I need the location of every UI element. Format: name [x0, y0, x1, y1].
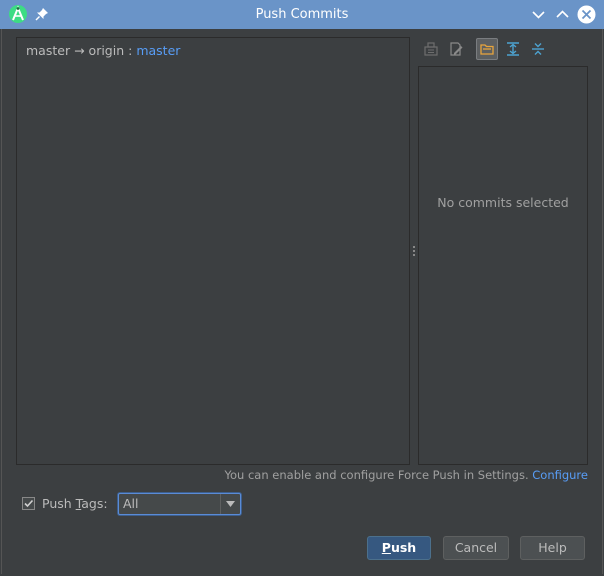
edit-source-icon [450, 42, 463, 56]
force-push-text: You can enable and configure Force Push … [224, 468, 529, 482]
push-button[interactable]: Push [367, 536, 431, 560]
push-tags-selected: All [123, 496, 139, 511]
close-icon[interactable] [577, 5, 596, 24]
checkmark-icon [24, 499, 34, 508]
repository-button[interactable] [420, 38, 442, 60]
edit-source-button[interactable] [445, 38, 467, 60]
push-tree-panel[interactable]: master → origin : master [16, 37, 410, 465]
remote-name: origin [88, 43, 125, 58]
local-branch: master [26, 43, 71, 58]
remote-separator: : [128, 43, 133, 58]
dropdown-arrow-button[interactable] [220, 494, 240, 514]
maximize-icon[interactable] [554, 6, 571, 23]
remote-branch-link[interactable]: master [136, 43, 180, 58]
configure-link[interactable]: Configure [532, 468, 588, 482]
collapse-all-button[interactable] [527, 38, 549, 60]
folder-icon [480, 44, 494, 55]
empty-details-text: No commits selected [437, 195, 569, 210]
expand-all-button[interactable] [502, 38, 524, 60]
force-push-note: You can enable and configure Force Push … [225, 468, 589, 482]
push-arrow: → [74, 43, 85, 58]
push-tags-label[interactable]: Push Tags: [42, 496, 108, 511]
help-button[interactable]: Help [520, 536, 585, 560]
repository-icon [424, 42, 438, 56]
push-spec-row[interactable]: master → origin : master [26, 43, 180, 58]
push-tags-checkbox[interactable] [22, 497, 35, 510]
window-title: Push Commits [255, 7, 349, 22]
cancel-button[interactable]: Cancel [443, 536, 509, 560]
group-by-directory-button[interactable] [476, 38, 498, 60]
minimize-icon[interactable] [530, 6, 547, 23]
push-tags-dropdown[interactable]: All [118, 493, 241, 515]
push-tree-area: master → origin : master [18, 39, 408, 463]
triangle-down-icon [226, 501, 235, 507]
title-bar: Push Commits [0, 0, 604, 29]
collapse-all-icon [532, 43, 544, 55]
commit-details-panel: No commits selected [418, 66, 588, 465]
expand-all-icon [507, 42, 519, 56]
panel-splitter[interactable] [412, 246, 415, 260]
